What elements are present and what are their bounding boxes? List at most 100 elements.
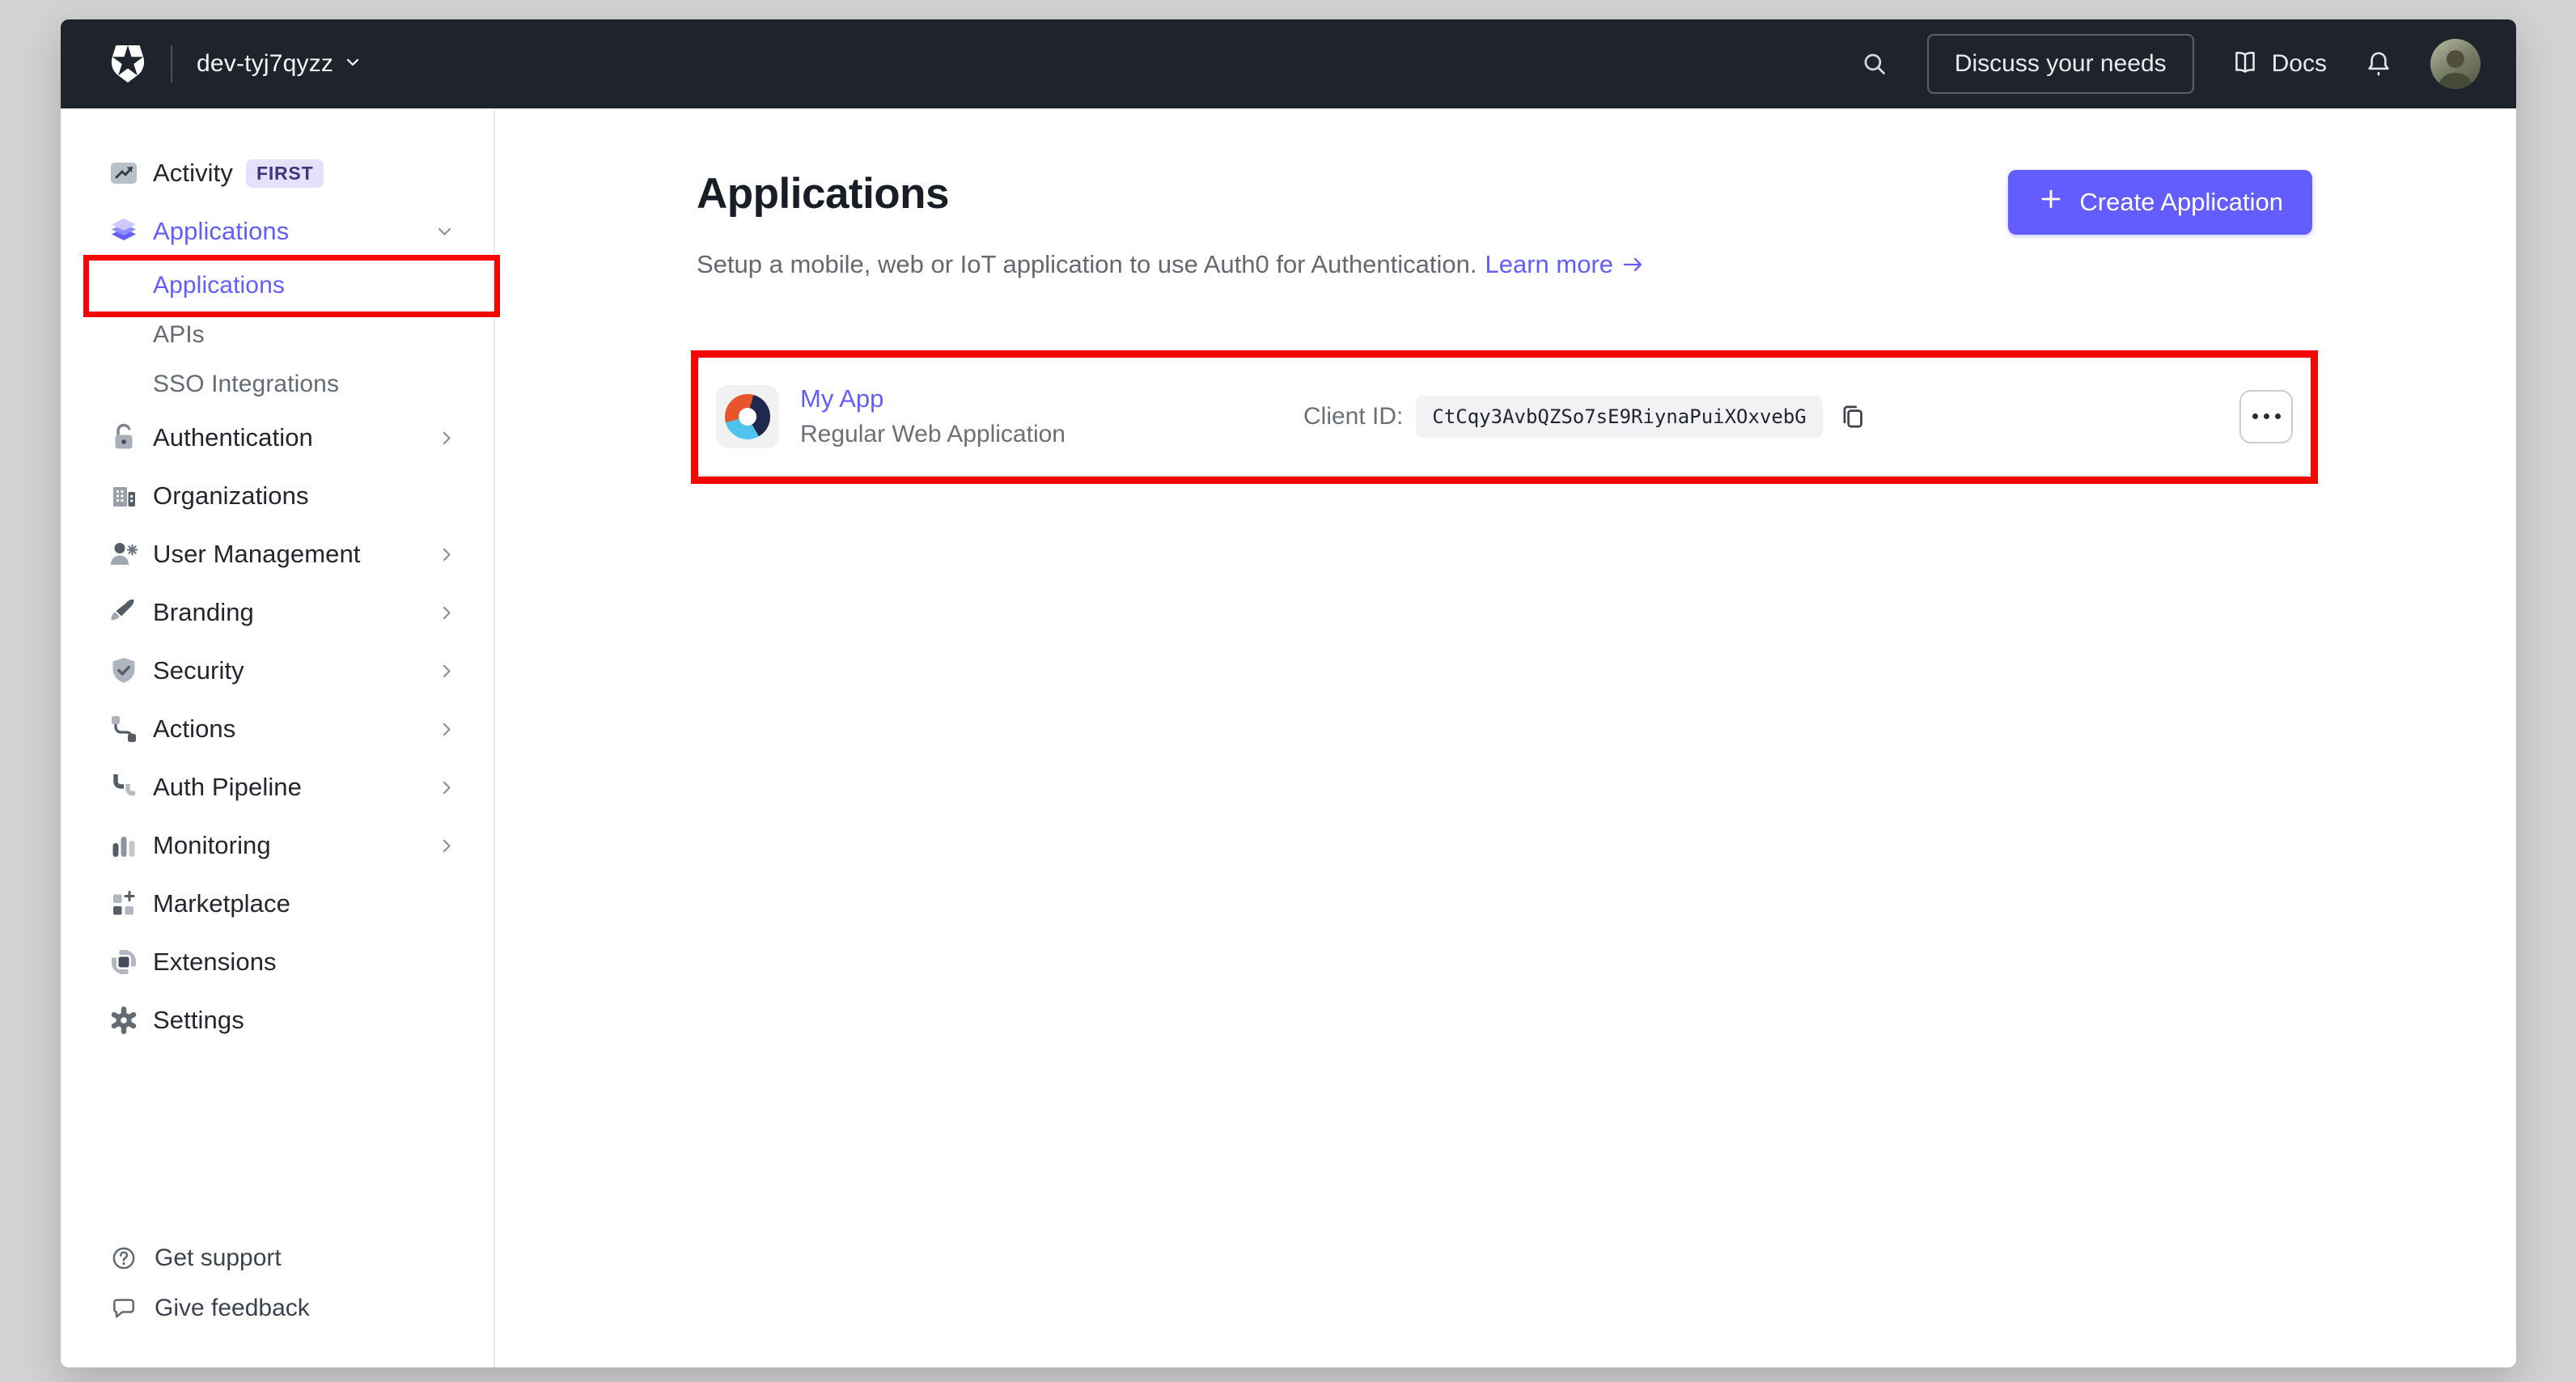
flow-connector-icon: [108, 713, 140, 745]
application-meta: My App Regular Web Application: [800, 384, 1303, 448]
paintbrush-icon: [108, 596, 140, 629]
sidebar-item-label: Authentication: [153, 423, 313, 451]
client-id-group: Client ID: CtCqy3AvbQZSo7sE9RiynaPuiXOxv…: [1303, 395, 1868, 438]
chevron-right-icon: [443, 664, 451, 678]
title-block: Applications Setup a mobile, web or IoT …: [697, 170, 1644, 279]
sidebar-item-label: Organizations: [153, 481, 309, 510]
client-id-value: CtCqy3AvbQZSo7sE9RiynaPuiXOxvebG: [1416, 395, 1823, 438]
speech-bubble-icon: [109, 1294, 138, 1323]
sidebar-item-activity[interactable]: Activity FIRST: [61, 144, 494, 202]
annotation-box-sidebar: [83, 255, 500, 317]
sidebar-footer: Get support Give feedback: [61, 1233, 494, 1367]
topbar-divider: [171, 45, 172, 83]
plus-icon: [2037, 185, 2065, 219]
get-support-label: Get support: [155, 1244, 282, 1271]
chevron-right-icon: [443, 839, 451, 853]
chevron-down-icon: [346, 57, 359, 71]
user-avatar[interactable]: [2430, 39, 2481, 89]
sidebar-subitem-label: APIs: [153, 320, 205, 348]
chevron-right-icon: [443, 548, 451, 562]
sidebar-item-security[interactable]: Security: [61, 642, 494, 700]
sidebar: Activity FIRST Applications Applications…: [61, 108, 500, 1367]
topbar: dev-tyj7qyzz Discuss your needs Docs: [61, 19, 2516, 108]
arrow-right-icon: [1623, 256, 1644, 273]
donut-chart-logo-icon: [725, 393, 770, 439]
sidebar-item-label: Marketplace: [153, 889, 290, 918]
sidebar-item-applications[interactable]: Applications: [61, 202, 494, 261]
pipeline-icon: [108, 771, 140, 803]
sidebar-item-settings[interactable]: Settings: [61, 991, 494, 1049]
docs-label: Docs: [2271, 50, 2327, 77]
give-feedback-label: Give feedback: [155, 1295, 310, 1321]
tenant-switcher[interactable]: dev-tyj7qyzz: [197, 50, 359, 78]
client-id-label: Client ID:: [1303, 402, 1404, 430]
sidebar-item-label: User Management: [153, 540, 361, 568]
bar-chart-icon: [108, 829, 140, 862]
buildings-icon: [108, 480, 140, 512]
sidebar-item-label: Activity: [153, 159, 233, 187]
chevron-right-icon: [443, 723, 451, 736]
give-feedback-link[interactable]: Give feedback: [61, 1283, 494, 1333]
dot: [2252, 413, 2258, 420]
get-support-link[interactable]: Get support: [61, 1233, 494, 1283]
auth0-logo-icon: [109, 45, 146, 83]
copy-icon[interactable]: [1837, 401, 1868, 432]
create-application-button[interactable]: Create Application: [2008, 170, 2312, 235]
window-body: Activity FIRST Applications Applications…: [61, 108, 2516, 1367]
sidebar-item-branding[interactable]: Branding: [61, 583, 494, 642]
application-logo: [716, 384, 779, 448]
sidebar-item-marketplace[interactable]: Marketplace: [61, 875, 494, 933]
chevron-right-icon: [443, 606, 451, 620]
sidebar-item-user-management[interactable]: User Management: [61, 525, 494, 583]
main-header: Applications Setup a mobile, web or IoT …: [697, 170, 2312, 279]
sidebar-subitem-label: SSO Integrations: [153, 370, 340, 397]
user-gear-icon: [108, 538, 140, 570]
learn-more-link[interactable]: Learn more: [1485, 250, 1614, 279]
sidebar-item-label: Branding: [153, 598, 254, 626]
search-icon[interactable]: [1858, 47, 1892, 81]
docs-link[interactable]: Docs: [2230, 47, 2327, 82]
topbar-actions: Discuss your needs Docs: [1858, 34, 2481, 94]
sidebar-item-label: Applications: [153, 217, 290, 245]
sidebar-item-authentication[interactable]: Authentication: [61, 409, 494, 467]
layers-icon: [108, 215, 140, 248]
chevron-right-icon: [443, 781, 451, 795]
sidebar-item-auth-pipeline[interactable]: Auth Pipeline: [61, 758, 494, 816]
book-icon: [2230, 47, 2260, 82]
sidebar-subitem-sso-integrations[interactable]: SSO Integrations: [61, 359, 494, 409]
sidebar-item-organizations[interactable]: Organizations: [61, 467, 494, 525]
sidebar-item-label: Extensions: [153, 947, 277, 976]
question-circle-icon: [109, 1244, 138, 1273]
sidebar-item-label: Settings: [153, 1006, 244, 1034]
sidebar-subitem-apis[interactable]: APIs: [61, 310, 494, 359]
sidebar-item-actions[interactable]: Actions: [61, 700, 494, 758]
application-name-link[interactable]: My App: [800, 384, 1303, 413]
sidebar-subitem-applications[interactable]: Applications: [61, 255, 500, 317]
page-title: Applications: [697, 170, 950, 218]
sidebar-item-label: Auth Pipeline: [153, 773, 302, 801]
sidebar-item-label: Monitoring: [153, 831, 271, 859]
first-badge: FIRST: [245, 159, 324, 188]
sidebar-item-monitoring[interactable]: Monitoring: [61, 816, 494, 875]
sidebar-item-extensions[interactable]: Extensions: [61, 933, 494, 991]
page-subtitle: Setup a mobile, web or IoT application t…: [697, 250, 1644, 279]
activity-icon: [108, 157, 140, 189]
sidebar-item-label: Actions: [153, 714, 236, 743]
chevron-down-icon: [438, 227, 451, 236]
notifications-bell-icon[interactable]: [2362, 48, 2395, 80]
padlock-icon: [108, 422, 140, 454]
dot: [2263, 413, 2269, 420]
grid-plus-icon: [108, 888, 140, 920]
application-type: Regular Web Application: [800, 421, 1066, 448]
chip-icon: [108, 946, 140, 978]
discuss-your-needs-button[interactable]: Discuss your needs: [1926, 34, 2194, 94]
dot: [2274, 413, 2281, 420]
sidebar-item-label: Security: [153, 656, 244, 685]
sidebar-subitem-label: Applications: [153, 271, 285, 299]
application-row: My App Regular Web Application Client ID…: [691, 350, 2318, 484]
create-application-label: Create Application: [2079, 188, 2283, 216]
application-menu-button[interactable]: [2239, 389, 2293, 443]
app-window: dev-tyj7qyzz Discuss your needs Docs Act…: [61, 19, 2516, 1367]
subtitle-text: Setup a mobile, web or IoT application t…: [697, 249, 1477, 278]
chevron-right-icon: [443, 431, 451, 445]
